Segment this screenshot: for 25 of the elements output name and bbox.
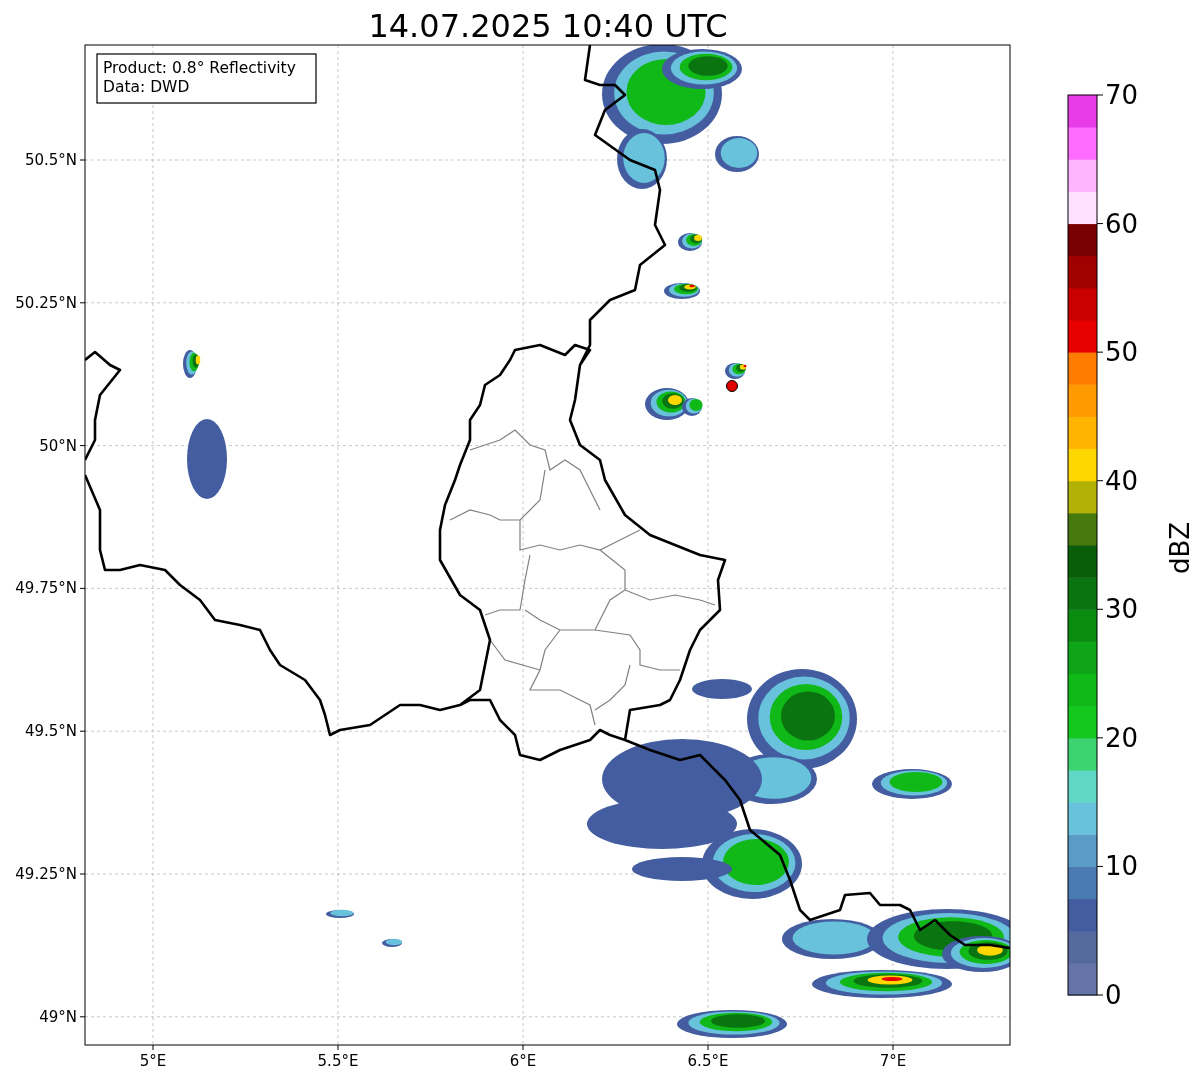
latitude-label: 49.75°N — [15, 579, 77, 598]
latitude-label: 49.25°N — [15, 865, 77, 883]
longitude-label: 6°E — [509, 1052, 537, 1070]
latitude-label: 50.5°N — [24, 151, 77, 169]
longitude-label: 5.5°E — [317, 1052, 359, 1070]
info-text: Data: DWD — [103, 78, 190, 96]
longitude-label: 6.5°E — [687, 1052, 729, 1070]
latitude-label: 50°N — [39, 436, 77, 455]
longitude-label: 7°E — [879, 1052, 907, 1070]
colorbar-tick-label: 50 — [1105, 337, 1139, 368]
radar-site-marker-icon — [726, 380, 738, 392]
colorbar-label: dBZ — [1165, 521, 1195, 575]
colorbar-tick-label: 60 — [1105, 208, 1139, 239]
colorbar-tick-label: 20 — [1105, 722, 1139, 753]
latitude-label: 49°N — [39, 1007, 77, 1026]
info-text: Product: 0.8° Reflectivity — [103, 59, 296, 77]
chart-title: 14.07.2025 10:40 UTC — [368, 7, 728, 45]
colorbar-tick-label: 10 — [1105, 851, 1139, 882]
colorbar-tick-label: 70 — [1105, 80, 1139, 110]
latitude-label: 49.5°N — [24, 722, 77, 741]
colorbar-tick-label: 0 — [1105, 980, 1122, 1010]
latitude-label: 50.25°N — [15, 293, 77, 312]
colorbar-tick-label: 30 — [1105, 594, 1139, 625]
colorbar-tick-label: 40 — [1105, 465, 1139, 496]
longitude-label: 5°E — [139, 1052, 167, 1070]
